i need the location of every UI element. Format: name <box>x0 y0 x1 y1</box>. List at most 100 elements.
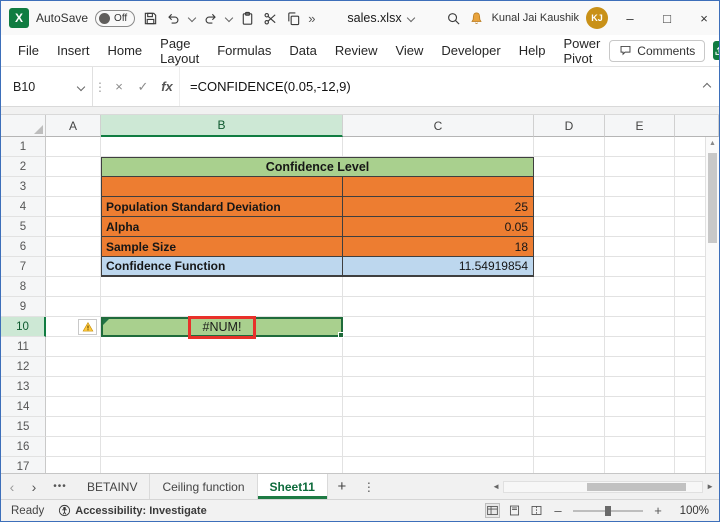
close-button[interactable]: × <box>689 1 719 35</box>
horizontal-scrollbar[interactable]: ◄ ► <box>487 474 719 499</box>
collapse-formula-bar-icon[interactable] <box>693 67 719 106</box>
cell-B6-label[interactable]: Sample Size <box>101 237 343 257</box>
search-icon[interactable] <box>446 10 462 26</box>
cell-E1[interactable] <box>605 137 675 157</box>
cell-B12[interactable] <box>101 357 343 377</box>
row-header-1[interactable]: 1 <box>1 137 46 157</box>
tab-power-pivot[interactable]: Power Pivot <box>554 35 609 66</box>
name-box-dropdown-icon[interactable] <box>77 82 85 90</box>
normal-view-icon[interactable] <box>486 504 499 517</box>
sheet-tab-betainv[interactable]: BETAINV <box>75 474 150 499</box>
cell-C4-value[interactable]: 25 <box>343 197 534 217</box>
cell-B5-label[interactable]: Alpha <box>101 217 343 237</box>
column-header-B[interactable]: B <box>101 115 343 137</box>
row-header-2[interactable]: 2 <box>1 157 46 177</box>
cell-A8[interactable] <box>46 277 101 297</box>
cell-D14[interactable] <box>534 397 605 417</box>
row-header-16[interactable]: 16 <box>1 437 46 457</box>
cell-A10[interactable] <box>46 317 101 337</box>
cell-A6[interactable] <box>46 237 101 257</box>
user-name[interactable]: Kunal Jai Kaushik <box>492 12 579 24</box>
cell-E14[interactable] <box>605 397 675 417</box>
comments-button[interactable]: Comments <box>609 40 705 62</box>
cell-C10[interactable] <box>343 317 534 337</box>
cell-A2[interactable] <box>46 157 101 177</box>
cell-C16[interactable] <box>343 437 534 457</box>
cell-D7[interactable] <box>534 257 605 277</box>
row-header-11[interactable]: 11 <box>1 337 46 357</box>
column-header-D[interactable]: D <box>534 115 605 137</box>
zoom-slider[interactable] <box>573 510 643 512</box>
row-header-10[interactable]: 10 <box>1 317 46 337</box>
cell-D8[interactable] <box>534 277 605 297</box>
cell-E11[interactable] <box>605 337 675 357</box>
vertical-scrollbar[interactable]: ▲ <box>705 137 719 473</box>
redo-dropdown-icon[interactable] <box>225 14 233 22</box>
insert-function-icon[interactable]: fx <box>155 67 179 106</box>
cell-B17[interactable] <box>101 457 343 473</box>
user-avatar[interactable]: KJ <box>586 7 608 29</box>
page-break-view-icon[interactable] <box>530 504 543 517</box>
sheet-tab-ceiling-function[interactable]: Ceiling function <box>150 474 257 499</box>
cell-B14[interactable] <box>101 397 343 417</box>
formula-input[interactable]: =CONFIDENCE(0.05,-12,9) <box>179 67 693 106</box>
cell-E4[interactable] <box>605 197 675 217</box>
horizontal-scroll-thumb[interactable] <box>587 483 686 491</box>
row-header-15[interactable]: 15 <box>1 417 46 437</box>
cell-C5-value[interactable]: 0.05 <box>343 217 534 237</box>
cell-C13[interactable] <box>343 377 534 397</box>
column-header-C[interactable]: C <box>343 115 534 137</box>
row-header-7[interactable]: 7 <box>1 257 46 277</box>
cell-A5[interactable] <box>46 217 101 237</box>
cell-C8[interactable] <box>343 277 534 297</box>
cell-B4-label[interactable]: Population Standard Deviation <box>101 197 343 217</box>
cell-A11[interactable] <box>46 337 101 357</box>
fill-handle[interactable] <box>338 332 344 338</box>
save-icon[interactable] <box>142 10 158 26</box>
row-header-17[interactable]: 17 <box>1 457 46 473</box>
row-header-12[interactable]: 12 <box>1 357 46 377</box>
row-header-13[interactable]: 13 <box>1 377 46 397</box>
minimize-button[interactable]: – <box>615 1 645 35</box>
row-header-14[interactable]: 14 <box>1 397 46 417</box>
redo-icon[interactable] <box>202 10 218 26</box>
tab-formulas[interactable]: Formulas <box>208 35 280 66</box>
undo-icon[interactable] <box>165 10 181 26</box>
cell-D3[interactable] <box>534 177 605 197</box>
cell-B1[interactable] <box>101 137 343 157</box>
confirm-entry-icon[interactable]: ✓ <box>131 67 155 106</box>
sheet-options-icon[interactable]: ⋮ <box>356 474 382 499</box>
cut-icon[interactable] <box>262 10 278 26</box>
cell-A1[interactable] <box>46 137 101 157</box>
cell-E9[interactable] <box>605 297 675 317</box>
select-all-button[interactable] <box>1 115 46 137</box>
cell-B2-table-title[interactable]: Confidence Level <box>101 157 534 177</box>
cell-C9[interactable] <box>343 297 534 317</box>
maximize-button[interactable]: □ <box>652 1 682 35</box>
accessibility-status[interactable]: Accessibility: Investigate <box>58 504 206 517</box>
cell-E7[interactable] <box>605 257 675 277</box>
vertical-scroll-thumb[interactable] <box>708 153 717 243</box>
scroll-left-icon[interactable]: ◄ <box>492 482 500 491</box>
cell-E6[interactable] <box>605 237 675 257</box>
error-trace-button[interactable] <box>78 319 97 335</box>
cell-E13[interactable] <box>605 377 675 397</box>
cell-B3[interactable] <box>101 177 343 197</box>
cancel-entry-icon[interactable]: × <box>107 67 131 106</box>
tab-view[interactable]: View <box>386 35 432 66</box>
column-header-A[interactable]: A <box>46 115 101 137</box>
cell-E2[interactable] <box>605 157 675 177</box>
cell-A4[interactable] <box>46 197 101 217</box>
cell-C14[interactable] <box>343 397 534 417</box>
cell-B11[interactable] <box>101 337 343 357</box>
row-header-5[interactable]: 5 <box>1 217 46 237</box>
cell-D12[interactable] <box>534 357 605 377</box>
page-layout-view-icon[interactable] <box>508 504 521 517</box>
row-header-4[interactable]: 4 <box>1 197 46 217</box>
cell-E17[interactable] <box>605 457 675 473</box>
cell-D6[interactable] <box>534 237 605 257</box>
tab-data[interactable]: Data <box>280 35 325 66</box>
cell-B16[interactable] <box>101 437 343 457</box>
cell-D11[interactable] <box>534 337 605 357</box>
tab-file[interactable]: File <box>9 35 48 66</box>
